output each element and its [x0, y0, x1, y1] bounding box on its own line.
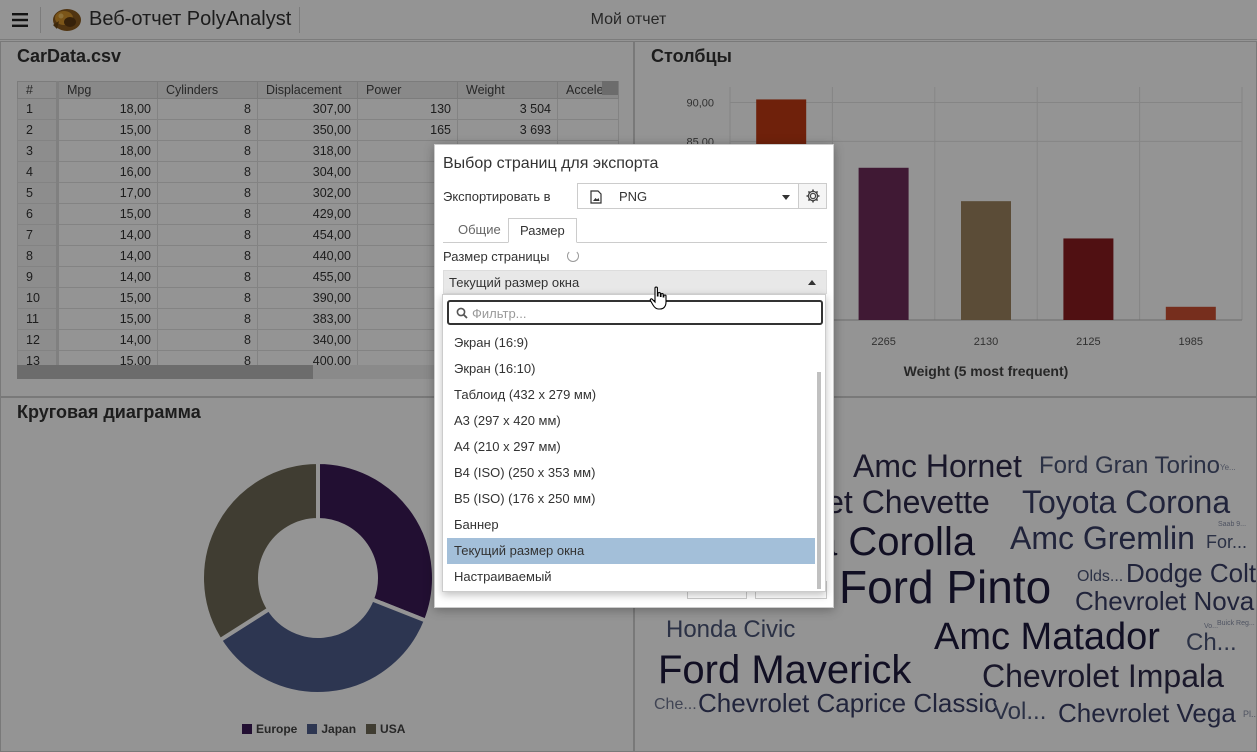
app-root: Веб-отчет PolyAnalyst Мой отчет CarData.… [0, 0, 1257, 752]
page-size-select[interactable]: Текущий размер окна [443, 270, 827, 294]
dropdown-option[interactable]: B5 (ISO) (176 x 250 мм) [447, 486, 815, 512]
dropdown-option[interactable]: B4 (ISO) (250 x 353 мм) [447, 460, 815, 486]
dropdown-option[interactable]: A3 (297 x 420 мм) [447, 408, 815, 434]
export-format-value: PNG [619, 189, 648, 204]
dropdown-option[interactable]: Текущий размер окна [447, 538, 815, 564]
hand-cursor-icon [649, 286, 667, 310]
loading-spinner-icon [567, 250, 579, 262]
image-file-icon [590, 190, 602, 204]
export-format-select[interactable]: PNG [577, 183, 799, 209]
dropdown-option[interactable]: Баннер [447, 512, 815, 538]
dropdown-scrollbar[interactable] [817, 372, 821, 589]
dropdown-option[interactable]: Таблоид (432 x 279 мм) [447, 382, 815, 408]
dialog-title: Выбор страниц для экспорта [443, 155, 659, 172]
dropdown-option[interactable]: A4 (210 x 297 мм) [447, 434, 815, 460]
export-to-label: Экспортировать в [443, 189, 551, 204]
page-size-label: Размер страницы [443, 249, 550, 264]
filter-input[interactable] [472, 304, 812, 322]
dropdown-option[interactable]: Экран (16:9) [447, 330, 815, 356]
tab-size[interactable]: Размер [508, 218, 577, 243]
export-settings-button[interactable] [799, 183, 827, 209]
dropdown-option[interactable]: Экран (16:10) [447, 356, 815, 382]
filter-field[interactable] [447, 300, 823, 325]
chevron-down-icon [782, 195, 790, 200]
gear-icon [806, 189, 819, 203]
chevron-up-icon [808, 280, 816, 285]
dropdown-option[interactable]: Настраиваемый [447, 564, 815, 590]
tab-general[interactable]: Общие [447, 218, 512, 243]
search-icon [456, 307, 468, 319]
page-size-value: Текущий размер окна [449, 275, 580, 290]
page-size-dropdown: Экран (16:9)Экран (16:10)Таблоид (432 x … [442, 294, 826, 592]
dialog-tabs: Общие Размер [443, 216, 827, 243]
